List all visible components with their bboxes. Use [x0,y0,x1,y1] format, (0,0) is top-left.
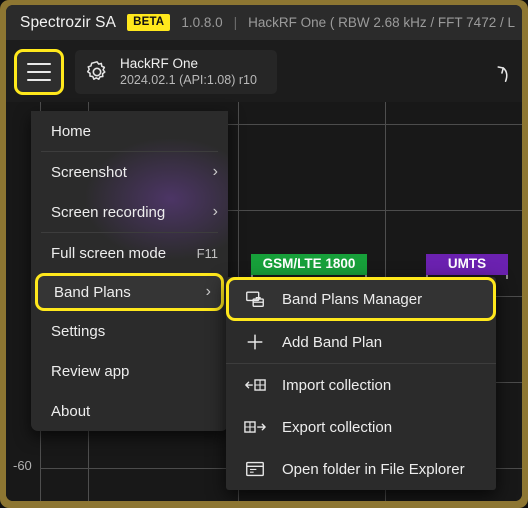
hamburger-menu-button[interactable] [14,49,64,95]
device-info-text: HackRF One 2024.02.1 (API:1.08) r10 [120,56,257,89]
menu-item-label: Screen recording [51,203,166,221]
menu-item-label: Review app [51,362,130,380]
menu-item-about[interactable]: About [31,391,228,431]
menu-item-screenshot[interactable]: Screenshot › [31,152,228,192]
gear-icon [86,61,106,81]
submenu-item-export-collection[interactable]: Export collection [226,406,496,448]
title-separator: | [233,15,238,30]
application-window: -60 GSM/LTE 1800 UMTS Spectrozir SA BETA… [0,0,528,508]
submenu-item-import-collection[interactable]: Import collection [226,364,496,406]
submenu-item-label: Export collection [282,418,393,436]
beta-badge: BETA [127,14,171,31]
menu-item-label: Full screen mode [51,244,167,262]
menu-item-shortcut: F11 [196,245,218,261]
chevron-right-icon: › [212,163,218,180]
y-axis-tick-label: -60 [13,458,32,473]
submenu-item-label: Band Plans Manager [282,290,423,308]
toolbar: HackRF One 2024.02.1 (API:1.08) r10 [6,40,522,102]
hamburger-icon-bar [27,79,51,81]
menu-item-label: Band Plans [54,283,131,301]
menu-item-band-plans[interactable]: Band Plans › [35,273,224,311]
menu-item-settings[interactable]: Settings [31,311,228,351]
menu-item-label: About [51,402,91,420]
folder-window-icon [244,458,266,480]
menu-item-home[interactable]: Home [31,111,228,151]
undo-arrow-icon[interactable] [490,62,512,84]
device-status-text: HackRF One ( RBW 2.68 kHz / FFT 7472 / L [248,15,515,30]
menu-item-label: Screenshot [51,163,127,181]
band-tag-umts[interactable]: UMTS [426,254,508,275]
device-firmware-version: 2024.02.1 (API:1.08) r10 [120,72,257,87]
app-version: 1.0.8.0 [181,15,223,30]
hamburger-icon-bar [27,71,51,73]
title-bar: Spectrozir SA BETA 1.0.8.0 | HackRF One … [6,5,522,40]
plus-icon [244,331,266,353]
import-grid-icon [244,374,266,396]
device-settings-button[interactable]: HackRF One 2024.02.1 (API:1.08) r10 [75,50,277,94]
app-title: Spectrozir SA [20,13,117,31]
menu-item-review-app[interactable]: Review app [31,351,228,391]
submenu-item-label: Open folder in File Explorer [282,460,465,478]
hamburger-icon-bar [27,63,51,65]
device-name: HackRF One [120,55,199,71]
chevron-right-icon: › [205,283,211,300]
band-plans-submenu: Band Plans Manager Add Band Plan Import … [226,277,496,490]
chevron-right-icon: › [212,203,218,220]
submenu-item-open-folder-in-file-explorer[interactable]: Open folder in File Explorer [226,448,496,490]
monitor-briefcase-icon [244,288,266,310]
export-grid-icon [244,416,266,438]
window-content: -60 GSM/LTE 1800 UMTS Spectrozir SA BETA… [6,5,522,501]
submenu-item-label: Add Band Plan [282,333,383,351]
menu-item-full-screen-mode[interactable]: Full screen mode F11 [31,233,228,273]
menu-item-screen-recording[interactable]: Screen recording › [31,192,228,232]
menu-item-label: Home [51,122,92,140]
band-tag-gsm-lte-1800[interactable]: GSM/LTE 1800 [251,254,367,275]
submenu-item-label: Import collection [282,376,392,394]
submenu-item-add-band-plan[interactable]: Add Band Plan [226,321,496,363]
menu-item-label: Settings [51,322,106,340]
submenu-item-band-plans-manager[interactable]: Band Plans Manager [226,277,496,321]
main-menu-flyout: Home Screenshot › Screen recording › Ful… [31,111,228,431]
